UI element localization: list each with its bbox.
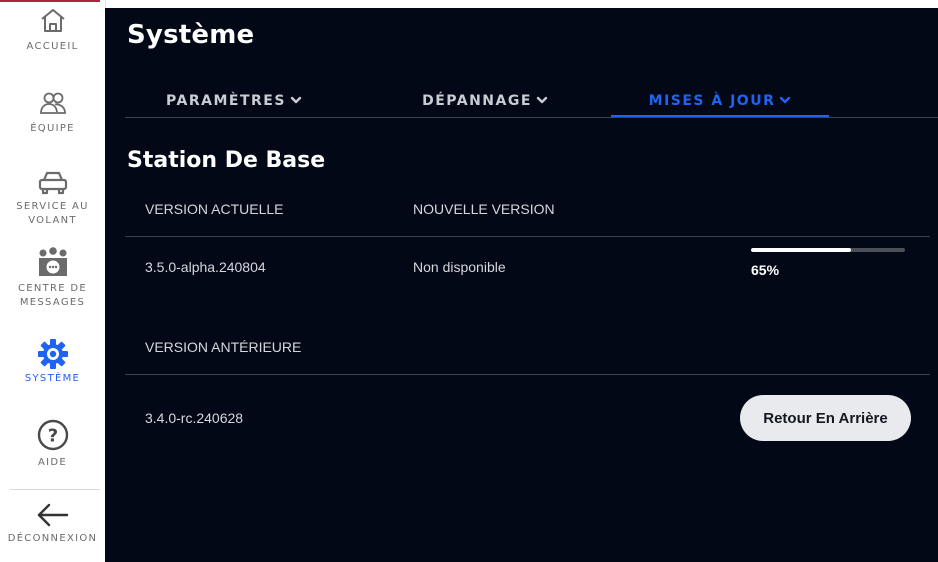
tab-parametres[interactable]: PARAMÈTRES bbox=[149, 86, 319, 116]
tab-label: MISES À JOUR bbox=[648, 93, 776, 109]
sidebar-item-accueil[interactable]: ACCUEIL bbox=[0, 6, 105, 54]
home-icon bbox=[38, 6, 68, 36]
chevron-down-icon bbox=[779, 93, 791, 109]
tab-bar: PARAMÈTRES DÉPANNAGE MISES À JOUR bbox=[105, 86, 938, 118]
section-title: Station De Base bbox=[127, 148, 326, 173]
previous-version-header: VERSION ANTÉRIEURE bbox=[145, 339, 302, 355]
car-icon bbox=[36, 168, 70, 198]
chevron-down-icon bbox=[536, 93, 548, 109]
current-version-header: VERSION ACTUELLE bbox=[145, 201, 284, 217]
sidebar-item-centre-de-messages[interactable]: CENTRE DE MESSAGES bbox=[0, 246, 105, 310]
logout-button[interactable]: DÉCONNEXION bbox=[0, 500, 105, 546]
tab-label: PARAMÈTRES bbox=[166, 93, 286, 109]
update-progress-percent: 65% bbox=[751, 262, 780, 278]
rollback-button[interactable]: Retour En Arrière bbox=[740, 395, 911, 441]
sidebar-item-service-au-volant[interactable]: SERVICE AU VOLANT bbox=[0, 168, 105, 228]
sidebar-item-systeme[interactable]: SYSTÈME bbox=[0, 338, 105, 386]
sidebar-item-equipe[interactable]: ÉQUIPE bbox=[0, 88, 105, 136]
tab-mises-a-jour[interactable]: MISES À JOUR bbox=[611, 86, 829, 118]
main-panel: Système PARAMÈTRES DÉPANNAGE MISES À JOU… bbox=[105, 8, 938, 562]
chevron-down-icon bbox=[290, 93, 302, 109]
sidebar-item-label: CENTRE DE MESSAGES bbox=[17, 283, 88, 308]
update-progress-bar bbox=[751, 248, 905, 252]
top-accent-bar bbox=[0, 0, 100, 2]
new-version-value: Non disponible bbox=[413, 259, 506, 275]
new-version-header: NOUVELLE VERSION bbox=[413, 201, 555, 217]
sidebar: ACCUEIL ÉQUIPE SERVICE AU VOLANT CENTRE … bbox=[0, 0, 106, 562]
tab-bar-divider bbox=[125, 117, 938, 118]
sidebar-item-label: AIDE bbox=[37, 457, 67, 468]
message-center-icon bbox=[36, 246, 70, 280]
tab-label: DÉPANNAGE bbox=[422, 93, 532, 109]
logout-label: DÉCONNEXION bbox=[7, 533, 98, 544]
row-divider bbox=[125, 374, 930, 375]
row-divider bbox=[125, 236, 930, 237]
gear-icon bbox=[37, 338, 69, 370]
tab-depannage[interactable]: DÉPANNAGE bbox=[405, 86, 565, 116]
page-title: Système bbox=[127, 20, 255, 50]
sidebar-item-aide[interactable]: ? AIDE bbox=[0, 418, 105, 470]
current-version-value: 3.5.0-alpha.240804 bbox=[145, 259, 266, 275]
sidebar-item-label: SERVICE AU VOLANT bbox=[16, 201, 89, 226]
svg-text:?: ? bbox=[47, 426, 57, 447]
arrow-left-icon bbox=[34, 500, 72, 530]
sidebar-item-label: SYSTÈME bbox=[24, 373, 81, 384]
previous-version-value: 3.4.0-rc.240628 bbox=[145, 410, 244, 426]
update-progress-fill bbox=[751, 248, 852, 252]
sidebar-item-label: ACCUEIL bbox=[26, 41, 79, 52]
sidebar-item-label: ÉQUIPE bbox=[30, 123, 75, 134]
team-icon bbox=[38, 88, 68, 118]
help-icon: ? bbox=[36, 418, 70, 452]
sidebar-divider bbox=[10, 489, 100, 490]
